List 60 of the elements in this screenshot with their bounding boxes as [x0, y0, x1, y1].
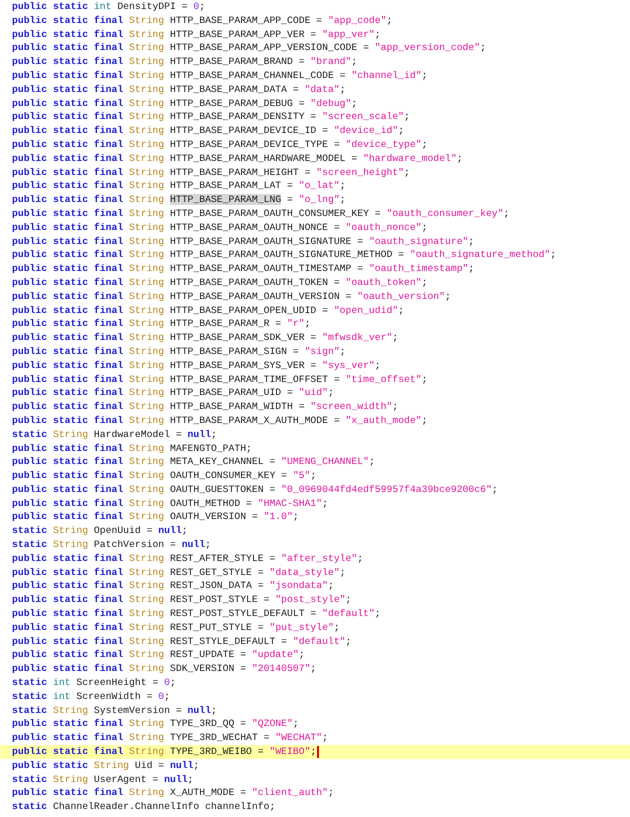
- code-line: public static final String REST_STYLE_DEFAULT = "default";: [12, 634, 352, 648]
- code-line: public static final String HTTP_BASE_PARAM_LNG = "o_lng";: [12, 193, 346, 207]
- code-line: static int ScreenWidth = 0;: [12, 690, 170, 704]
- code-line: public static final String REST_JSON_DATA = "jsondata";: [12, 579, 334, 594]
- code-line: public static String Uid = null;: [12, 758, 200, 773]
- code-line: public static final String OAUTH_CONSUMER_KEY = "5";: [12, 469, 316, 483]
- code-line: public static final String HTTP_BASE_PARAM_SDK_VER = "mfwsdk_ver";: [12, 331, 398, 345]
- code-line: public static final String HTTP_BASE_PARAM_OAUTH_SIGNATURE_METHOD = "oauth_signature_method";: [12, 248, 556, 262]
- code-line: public static final String HTTP_BASE_PARAM_DATA = "data";: [12, 82, 346, 97]
- code-line: static String HardwareModel = null;: [12, 428, 217, 442]
- code-line: public static final String SDK_VERSION = "20140507";: [12, 662, 316, 676]
- code-line: public static final String HTTP_BASE_PARAM_R = "r";: [12, 317, 310, 332]
- code-line: public static final String HTTP_BASE_PARAM_TIME_OFFSET = "time_offset";: [12, 372, 428, 386]
- code-line: static int ScreenHeight = 0;: [12, 676, 176, 690]
- code-line: public static final String REST_AFTER_STYLE = "after_style";: [12, 552, 364, 566]
- code-line: public static final String HTTP_BASE_PARAM_OAUTH_TIMESTAMP = "oauth_timestamp";: [12, 262, 474, 276]
- code-line: public static final String REST_POST_STYLE = "post_style";: [12, 593, 352, 608]
- code-line: static ChannelReader.ChannelInfo channelInfo;: [12, 800, 276, 814]
- code-line: public static final String HTTP_BASE_PARAM_X_AUTH_MODE = "x_auth_mode";: [12, 414, 428, 428]
- code-line: public static final String HTTP_BASE_PARAM_OAUTH_VERSION = "oauth_version";: [12, 290, 451, 304]
- code-line: public static final String MAFENGTO_PATH;: [12, 442, 252, 456]
- code-line: public static final String TYPE_3RD_QQ = "QZONE";: [12, 717, 299, 732]
- code-line: public static final String OAUTH_VERSION = "1.0";: [12, 510, 299, 524]
- code-line: static String UserAgent = null;: [12, 772, 194, 786]
- code-line: public static final String HTTP_BASE_PARAM_SIGN = "sign";: [12, 344, 346, 359]
- code-line: public static final String HTTP_BASE_PARAM_DEVICE_TYPE = "device_type";: [12, 138, 428, 152]
- code-line: static String SystemVersion = null;: [12, 704, 217, 718]
- code-line: public static final String HTTP_BASE_PARAM_APP_VERSION_CODE = "app_version_code";: [12, 41, 486, 56]
- code-line: public static final String REST_UPDATE = "update";: [12, 648, 305, 662]
- code-line: public static final String HTTP_BASE_PARAM_SYS_VER = "sys_ver";: [12, 358, 381, 373]
- code-line: public static final String TYPE_3RD_WEIBO = "WEIBO";: [12, 745, 316, 759]
- code-line: public static final String HTTP_BASE_PARAM_UID = "uid";: [12, 386, 334, 400]
- code-line: static String PatchVersion = null;: [12, 538, 211, 552]
- code-line: public static final String OAUTH_GUESTTOKEN = "0_0969044fd4edf59957f4a39bce9200c6";: [12, 482, 498, 497]
- code-line: public static final String HTTP_BASE_PARAM_DEVICE_ID = "device_id";: [12, 124, 404, 138]
- code-line: static String OpenUuid = null;: [12, 524, 188, 538]
- code-line: public static final String HTTP_BASE_PARAM_DEBUG = "debug";: [12, 96, 358, 110]
- code-line: public static final String OAUTH_METHOD = "HMAC-SHA1";: [12, 496, 328, 510]
- code-line: public static final String HTTP_BASE_PARAM_OPEN_UDID = "open_udid";: [12, 304, 404, 318]
- code-line: public static final String HTTP_BASE_PARAM_LAT = "o_lat";: [12, 179, 346, 194]
- code-line: public static final String HTTP_BASE_PARAM_APP_VER = "app_ver";: [12, 28, 381, 42]
- code-line: public static final String HTTP_BASE_PARAM_HARDWARE_MODEL = "hardware_model";: [12, 152, 463, 166]
- code-line: public static final String HTTP_BASE_PARAM_OAUTH_SIGNATURE = "oauth_signature";: [12, 234, 474, 248]
- code-line: public static final String X_AUTH_MODE = "client_auth";: [12, 786, 334, 800]
- code-line: public static final String REST_GET_STYLE = "data_style";: [12, 566, 346, 580]
- code-line: public static final String HTTP_BASE_PARAM_HEIGHT = "screen_height";: [12, 166, 410, 180]
- code-line: public static final String HTTP_BASE_PARAM_BRAND = "brand";: [12, 55, 358, 69]
- code-line: public static final String HTTP_BASE_PARAM_OAUTH_CONSUMER_KEY = "oauth_consumer_key";: [12, 206, 510, 221]
- code-line: public static final String HTTP_BASE_PARAM_OAUTH_TOKEN = "oauth_token";: [12, 276, 428, 290]
- code-line: public static final String HTTP_BASE_PARAM_DENSITY = "screen_scale";: [12, 110, 410, 124]
- code-line: public static final String HTTP_BASE_PARAM_CHANNEL_CODE = "channel_id";: [12, 68, 428, 83]
- code-line: public static final String HTTP_BASE_PARAM_APP_CODE = "app_code";: [12, 14, 392, 28]
- code-line: public static final String REST_POST_STYLE_DEFAULT = "default";: [12, 607, 381, 621]
- code-line: public static final String HTTP_BASE_PARAM_WIDTH = "screen_width";: [12, 400, 398, 414]
- code-line: public static final String REST_PUT_STYLE = "put_style";: [12, 620, 340, 635]
- text-cursor: [317, 746, 320, 758]
- code-line: public static final String META_KEY_CHANNEL = "UMENG_CHANNEL";: [12, 455, 375, 470]
- code-line: public static int DensityDPI = 0;: [12, 0, 206, 14]
- code-line: public static final String TYPE_3RD_WECHAT = "WECHAT";: [12, 731, 328, 746]
- code-line: public static final String HTTP_BASE_PARAM_OAUTH_NONCE = "oauth_nonce";: [12, 220, 428, 235]
